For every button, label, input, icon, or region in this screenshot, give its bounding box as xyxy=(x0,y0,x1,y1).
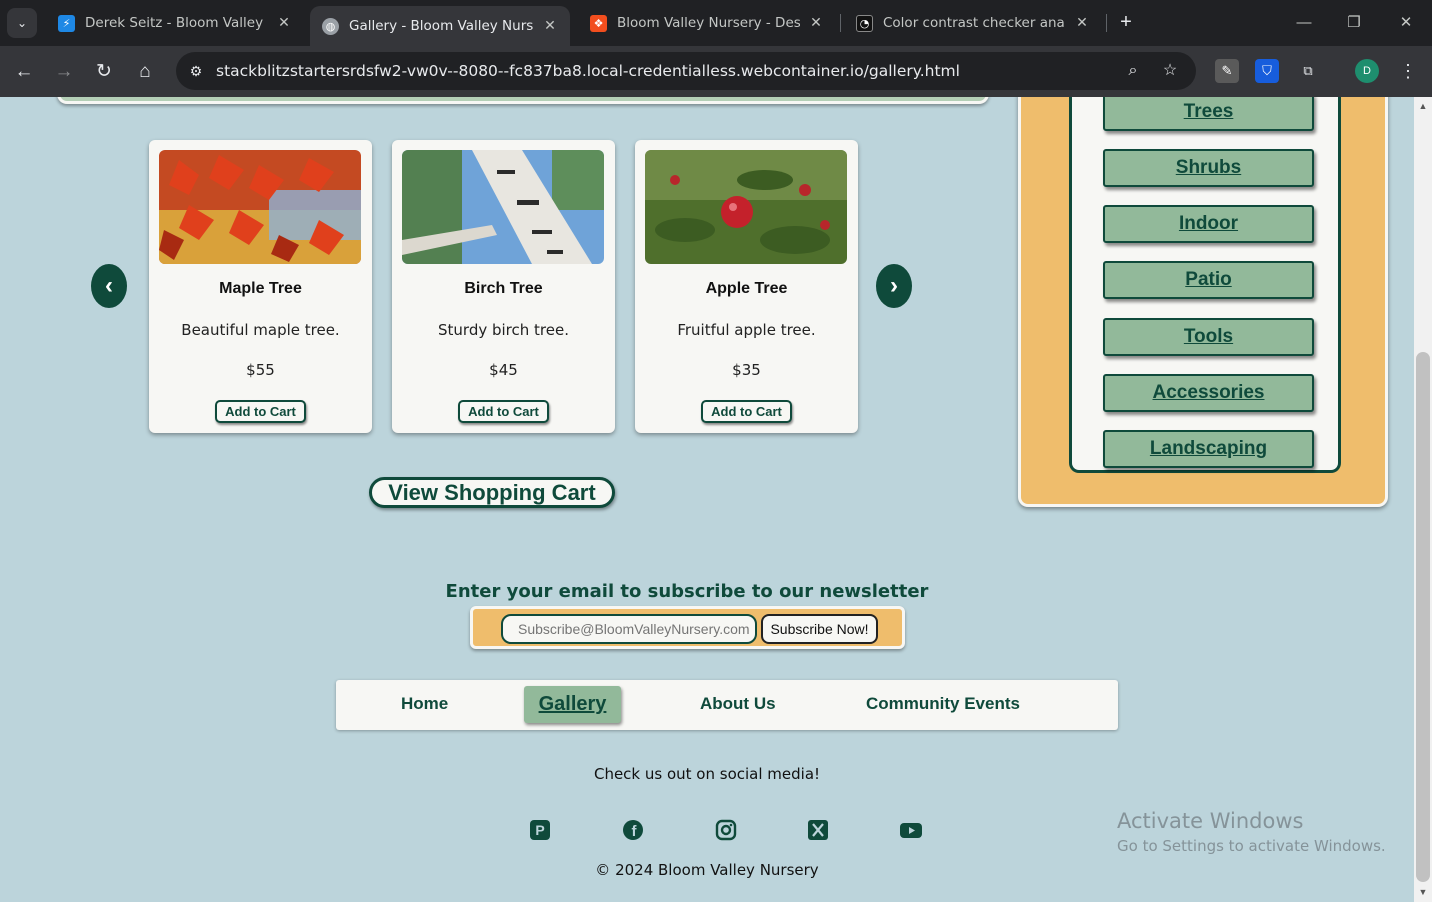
product-price: $45 xyxy=(489,361,518,379)
minimize-icon[interactable]: — xyxy=(1284,8,1324,38)
chevron-left-icon: ‹ xyxy=(105,272,113,299)
tab-close-icon[interactable]: ✕ xyxy=(808,15,824,31)
youtube-icon[interactable] xyxy=(900,819,922,841)
facebook-icon[interactable]: f xyxy=(622,819,644,841)
extension-feather-icon[interactable]: ✎ xyxy=(1215,59,1239,83)
product-description: Sturdy birch tree. xyxy=(438,321,569,339)
footer-nav: Home Gallery About Us Community Events xyxy=(336,680,1118,730)
instagram-icon[interactable] xyxy=(715,819,737,841)
category-tools-button[interactable]: Tools xyxy=(1103,318,1314,356)
new-tab-plus-icon[interactable]: + xyxy=(1114,10,1138,34)
tab-title: Derek Seitz - Bloom Valley Nurs xyxy=(85,15,268,31)
tab-search-icon[interactable]: ⌄ xyxy=(7,8,37,38)
tab-close-icon[interactable]: ✕ xyxy=(1074,15,1090,31)
browser-menu-icon[interactable]: ⋮ xyxy=(1398,58,1418,84)
home-icon[interactable]: ⌂ xyxy=(131,58,159,86)
zoom-magnifier-icon[interactable]: ⌕ xyxy=(1122,61,1144,81)
maple-tree-image xyxy=(159,150,361,264)
tab-title: Color contrast checker analyzer xyxy=(883,15,1066,31)
carousel-next-button[interactable]: › xyxy=(876,264,912,308)
add-to-cart-button[interactable]: Add to Cart xyxy=(701,400,792,423)
view-shopping-cart-button[interactable]: View Shopping Cart xyxy=(369,477,615,508)
category-landscaping-button[interactable]: Landscaping xyxy=(1103,430,1314,468)
category-shrubs-button[interactable]: Shrubs xyxy=(1103,149,1314,187)
social-media-text: Check us out on social media! xyxy=(593,765,821,783)
product-price: $55 xyxy=(246,361,275,379)
chevron-right-icon: › xyxy=(890,272,898,299)
nav-home[interactable]: Home xyxy=(401,694,448,714)
apple-tree-image xyxy=(645,150,847,264)
product-card: Apple Tree Fruitful apple tree. $35 Add … xyxy=(635,140,858,433)
url-text[interactable]: stackblitzstartersrdsfw2-vw0v--8080--fc8… xyxy=(216,62,960,80)
nav-about-us[interactable]: About Us xyxy=(700,694,776,714)
site-settings-icon[interactable]: ⚙ xyxy=(186,61,206,81)
tab-figma-desktop[interactable]: ❖ Bloom Valley Nursery - Desktop ✕ xyxy=(578,6,836,40)
tab-title: Gallery - Bloom Valley Nursery xyxy=(349,18,534,34)
globe-favicon-icon: ◍ xyxy=(322,17,339,35)
x-icon[interactable] xyxy=(807,819,829,841)
subscribe-button[interactable]: Subscribe Now! xyxy=(761,614,878,644)
reload-icon[interactable]: ↻ xyxy=(90,58,118,86)
tab-close-icon[interactable]: ✕ xyxy=(276,15,292,31)
product-name: Apple Tree xyxy=(705,280,788,297)
category-sidebar: Trees Shrubs Indoor Patio Tools Accessor… xyxy=(1018,97,1388,507)
add-to-cart-button[interactable]: Add to Cart xyxy=(215,400,306,423)
browser-chrome: ⌄ ⚡ Derek Seitz - Bloom Valley Nurs ✕ ◍ … xyxy=(0,0,1432,97)
page-viewport: ‹ › Maple Tree Beautiful maple tree. $55… xyxy=(0,97,1414,902)
back-arrow-icon[interactable]: ← xyxy=(10,58,38,86)
tab-color-contrast[interactable]: ◔ Color contrast checker analyzer ✕ xyxy=(844,6,1102,40)
product-price: $35 xyxy=(732,361,761,379)
nav-gallery[interactable]: Gallery xyxy=(524,686,621,723)
nav-community-events[interactable]: Community Events xyxy=(866,694,1020,714)
profile-avatar[interactable]: D xyxy=(1355,59,1379,83)
copyright-text: © 2024 Bloom Valley Nursery xyxy=(595,861,819,879)
scroll-up-arrow-icon[interactable]: ▲ xyxy=(1418,101,1428,111)
page-scrollbar[interactable]: ▲ ▼ xyxy=(1414,97,1432,902)
birch-tree-image xyxy=(402,150,604,264)
windows-activation-watermark: Activate Windows Go to Settings to activ… xyxy=(1117,809,1386,855)
contrast-favicon-icon: ◔ xyxy=(856,14,873,32)
scroll-down-arrow-icon[interactable]: ▼ xyxy=(1418,887,1428,897)
stackblitz-favicon-icon: ⚡ xyxy=(58,14,75,32)
product-name: Birch Tree xyxy=(464,280,543,297)
tab-strip: ⌄ ⚡ Derek Seitz - Bloom Valley Nurs ✕ ◍ … xyxy=(0,0,1432,46)
svg-text:P: P xyxy=(535,822,544,838)
carousel-prev-button[interactable]: ‹ xyxy=(91,264,127,308)
newsletter-form: Subscribe Now! xyxy=(470,606,905,649)
tab-separator xyxy=(1106,14,1107,32)
product-description: Beautiful maple tree. xyxy=(181,321,340,339)
browser-toolbar: ← → ↻ ⌂ ⚙ stackblitzstartersrdsfw2-vw0v-… xyxy=(0,46,1432,97)
address-bar[interactable]: ⚙ stackblitzstartersrdsfw2-vw0v--8080--f… xyxy=(176,52,1196,90)
watermark-line-1: Activate Windows xyxy=(1117,809,1304,833)
product-name: Maple Tree xyxy=(219,280,302,297)
figma-favicon-icon: ❖ xyxy=(590,14,607,32)
category-trees-button[interactable]: Trees xyxy=(1103,97,1314,131)
tab-separator xyxy=(840,14,841,32)
pinterest-icon[interactable]: P xyxy=(529,819,551,841)
product-description: Fruitful apple tree. xyxy=(677,321,816,339)
restore-icon[interactable]: ❐ xyxy=(1334,8,1374,38)
add-to-cart-button[interactable]: Add to Cart xyxy=(458,400,549,423)
tab-title: Bloom Valley Nursery - Desktop xyxy=(617,15,800,31)
newsletter-email-input[interactable] xyxy=(501,614,757,644)
product-card: Maple Tree Beautiful maple tree. $55 Add… xyxy=(149,140,372,433)
newsletter-title: Enter your email to subscribe to our new… xyxy=(445,581,929,602)
category-indoor-button[interactable]: Indoor xyxy=(1103,205,1314,243)
forward-arrow-icon[interactable]: → xyxy=(50,58,78,86)
category-patio-button[interactable]: Patio xyxy=(1103,261,1314,299)
bookmark-star-icon[interactable]: ☆ xyxy=(1159,61,1181,81)
category-accessories-button[interactable]: Accessories xyxy=(1103,374,1314,412)
watermark-line-2: Go to Settings to activate Windows. xyxy=(1117,837,1386,855)
window-close-icon[interactable]: ✕ xyxy=(1386,8,1426,38)
scrollbar-thumb[interactable] xyxy=(1416,352,1430,882)
tab-derek-seitz[interactable]: ⚡ Derek Seitz - Bloom Valley Nurs ✕ xyxy=(46,6,304,40)
tab-close-icon[interactable]: ✕ xyxy=(542,18,558,34)
bitwarden-shield-icon[interactable]: ⛉ xyxy=(1255,59,1279,83)
product-card: Birch Tree Sturdy birch tree. $45 Add to… xyxy=(392,140,615,433)
extensions-puzzle-icon[interactable]: ⧉ xyxy=(1296,59,1320,83)
category-list: Trees Shrubs Indoor Patio Tools Accessor… xyxy=(1069,97,1341,473)
tab-gallery[interactable]: ◍ Gallery - Bloom Valley Nursery ✕ xyxy=(310,6,570,46)
gallery-header-panel xyxy=(57,97,989,104)
